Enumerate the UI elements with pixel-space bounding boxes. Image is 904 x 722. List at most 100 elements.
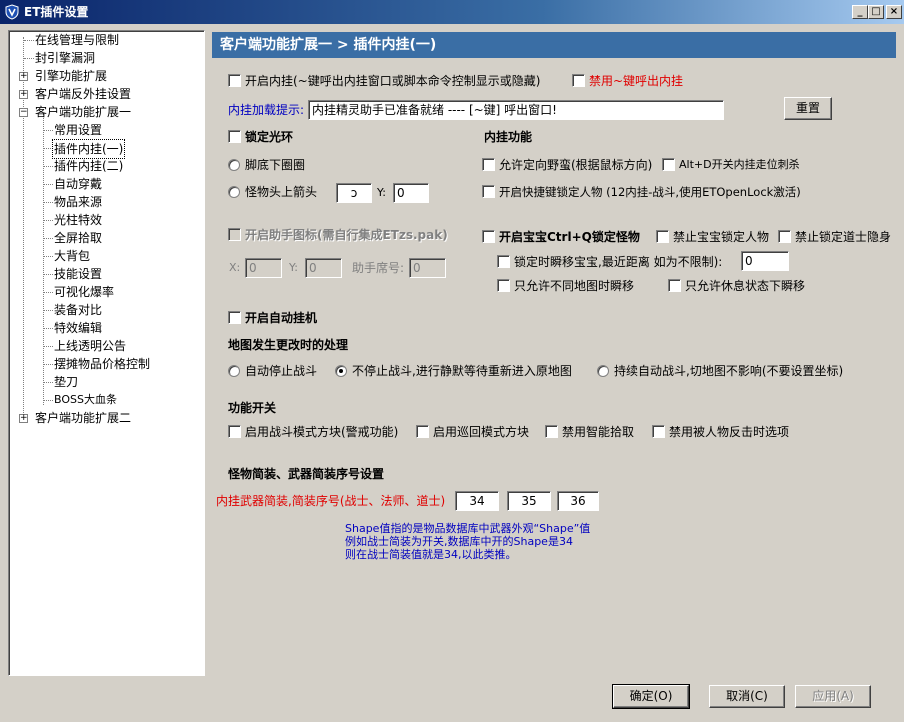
arrow-y-input[interactable]: 0	[393, 183, 429, 203]
enable-plugin-label: 开启内挂(~键呼出内挂窗口或脚本命令控制显示或隐藏)	[245, 74, 541, 88]
tree-item-item-source[interactable]: 物品来源	[9, 193, 204, 211]
tree-item-online-manage[interactable]: 在线管理与限制	[9, 31, 204, 49]
apply-button[interactable]: 应用(A)	[795, 685, 871, 708]
tree-item-plugin-1[interactable]: 插件内挂(一)	[9, 139, 204, 159]
reset-button[interactable]: 重置	[784, 97, 832, 120]
pet-no-lock-player-label: 禁止宝宝锁定人物	[673, 230, 770, 244]
tree-item-full-pickup[interactable]: 全屏拾取	[9, 229, 204, 247]
tree-item-pad-knife[interactable]: 垫刀	[9, 373, 204, 391]
rest-state-checkbox[interactable]	[668, 279, 681, 292]
altd-checkbox[interactable]	[662, 158, 675, 171]
tree-item-client-ext-1[interactable]: − 客户端功能扩展一	[9, 103, 204, 121]
stop-fight-label: 自动停止战斗	[245, 364, 318, 378]
prompt-input[interactable]: 内挂精灵助手已准备就绪 ---- [~键] 呼出窗口!	[308, 100, 724, 120]
head-arrow-radio[interactable]	[228, 186, 240, 198]
helper-x-input[interactable]: 0	[245, 258, 282, 278]
quick-lock-checkbox[interactable]	[482, 185, 495, 198]
lock-ring-checkbox[interactable]	[228, 130, 241, 143]
switches-title: 功能开关	[228, 401, 277, 415]
title-bar[interactable]: ET插件设置 _ □ ×	[0, 0, 904, 24]
auto-hang-checkbox[interactable]	[228, 311, 241, 324]
tree-item-engine-bugs[interactable]: 封引擎漏洞	[9, 49, 204, 67]
diff-map-label: 只允许不同地图时瞬移	[514, 279, 635, 293]
counterattack-checkbox[interactable]	[652, 425, 665, 438]
mage-seq-input[interactable]: 35	[507, 491, 551, 511]
no-lock-taoist-label: 禁止锁定道士隐身	[795, 230, 892, 244]
continue-fight-radio[interactable]	[597, 365, 609, 377]
patrol-block-checkbox[interactable]	[416, 425, 429, 438]
arrow-y-label: Y:	[377, 186, 386, 199]
lock-ring-title: 锁定光环	[245, 130, 294, 144]
pet-lock-label: 开启宝宝Ctrl+Q锁定怪物	[499, 230, 640, 244]
shape-note-1: Shape值指的是物品数据库中武器外观“Shape”值	[345, 522, 591, 535]
tree-item-plugin-2[interactable]: 插件内挂(二)	[9, 157, 204, 175]
tree-item-big-bag[interactable]: 大背包	[9, 247, 204, 265]
rest-state-label: 只允许休息状态下瞬移	[685, 279, 806, 293]
foot-circle-label: 脚底下圈圈	[245, 158, 306, 172]
window-title: ET插件设置	[24, 5, 89, 19]
settings-tree[interactable]: 在线管理与限制 封引擎漏洞 + 引擎功能扩展 + 客户端反外挂设置 − 客户端功…	[8, 30, 205, 676]
wait-reenter-radio[interactable]	[335, 365, 347, 377]
tree-item-effects[interactable]: 特效编辑	[9, 319, 204, 337]
arrow-x-input[interactable]: ↄ	[336, 183, 372, 203]
collapse-minus-icon[interactable]: −	[19, 108, 28, 117]
diff-map-checkbox[interactable]	[497, 279, 510, 292]
tree-item-boss-hp[interactable]: BOSS大血条	[9, 391, 204, 409]
expand-plus-icon[interactable]: +	[19, 90, 28, 99]
altd-label: Alt+D开关内挂走位刺杀	[679, 158, 800, 171]
warrior-seq-input[interactable]: 34	[455, 491, 499, 511]
tree-item-stall-price[interactable]: 摆摊物品价格控制	[9, 355, 204, 373]
patrol-block-label: 启用巡回模式方块	[433, 425, 530, 439]
ban-hotkey-label: 禁用~键呼出内挂	[589, 74, 684, 88]
close-button[interactable]: ×	[886, 5, 902, 19]
helper-x-label: X:	[229, 261, 241, 274]
ok-button[interactable]: 确定(O)	[612, 684, 690, 709]
pet-lock-checkbox[interactable]	[482, 230, 495, 243]
continue-fight-label: 持续自动战斗,切地图不影响(不要设置坐标)	[614, 364, 844, 378]
stop-fight-radio[interactable]	[228, 365, 240, 377]
tree-item-compare[interactable]: 装备对比	[9, 301, 204, 319]
expand-plus-icon[interactable]: +	[19, 414, 28, 423]
combat-block-checkbox[interactable]	[228, 425, 241, 438]
cancel-button[interactable]: 取消(C)	[709, 685, 785, 708]
helper-seq-input[interactable]: 0	[409, 258, 446, 278]
teleport-distance-input[interactable]: 0	[741, 251, 789, 271]
helper-seq-label: 助手席号:	[352, 261, 405, 275]
shape-note-2: 例如战士简装为开关,数据库中开的Shape是34	[345, 535, 573, 548]
smart-pickup-label: 禁用智能拾取	[562, 425, 635, 439]
helper-y-label: Y:	[289, 261, 298, 274]
expand-plus-icon[interactable]: +	[19, 72, 28, 81]
helper-icon-checkbox[interactable]	[228, 228, 241, 241]
page-header: 客户端功能扩展一 > 插件内挂(一)	[212, 32, 896, 58]
features-title: 内挂功能	[484, 130, 533, 144]
combat-block-label: 启用战斗模式方块(警戒功能)	[245, 425, 399, 439]
tree-item-client-ext-2[interactable]: + 客户端功能扩展二	[9, 409, 204, 427]
shape-note-3: 则在战士简装值就是34,以此类推。	[345, 548, 517, 561]
tree-item-anti-cheat[interactable]: + 客户端反外挂设置	[9, 85, 204, 103]
head-arrow-label: 怪物头上箭头	[245, 185, 318, 199]
pet-no-lock-player-checkbox[interactable]	[656, 230, 669, 243]
foot-circle-radio[interactable]	[228, 159, 240, 171]
helper-icon-label: 开启助手图标(需自行集成ETzs.pak)	[245, 228, 448, 242]
tree-item-auto-wear[interactable]: 自动穿戴	[9, 175, 204, 193]
tree-item-common[interactable]: 常用设置	[9, 121, 204, 139]
tree-item-drop-rate[interactable]: 可视化爆率	[9, 283, 204, 301]
minimize-button[interactable]: _	[852, 5, 868, 19]
ban-hotkey-checkbox[interactable]	[572, 74, 585, 87]
wait-reenter-label: 不停止战斗,进行静默等待重新进入原地图	[352, 364, 572, 378]
tree-item-online-notice[interactable]: 上线透明公告	[9, 337, 204, 355]
wild-charge-checkbox[interactable]	[482, 158, 495, 171]
no-lock-taoist-checkbox[interactable]	[778, 230, 791, 243]
tree-item-light-pillar[interactable]: 光柱特效	[9, 211, 204, 229]
weapon-label: 内挂武器简装,简装序号(战士、法师、道士)	[216, 494, 446, 508]
smart-pickup-checkbox[interactable]	[545, 425, 558, 438]
quick-lock-label: 开启快捷键锁定人物 (12内挂-战斗,使用ETOpenLock激活)	[499, 185, 801, 199]
tree-item-skills[interactable]: 技能设置	[9, 265, 204, 283]
taoist-seq-input[interactable]: 36	[557, 491, 599, 511]
wild-charge-label: 允许定向野蛮(根据鼠标方向)	[499, 158, 653, 172]
tree-item-engine-ext[interactable]: + 引擎功能扩展	[9, 67, 204, 85]
maximize-button[interactable]: □	[868, 5, 884, 19]
helper-y-input[interactable]: 0	[305, 258, 342, 278]
teleport-pet-checkbox[interactable]	[497, 255, 510, 268]
enable-plugin-checkbox[interactable]	[228, 74, 241, 87]
